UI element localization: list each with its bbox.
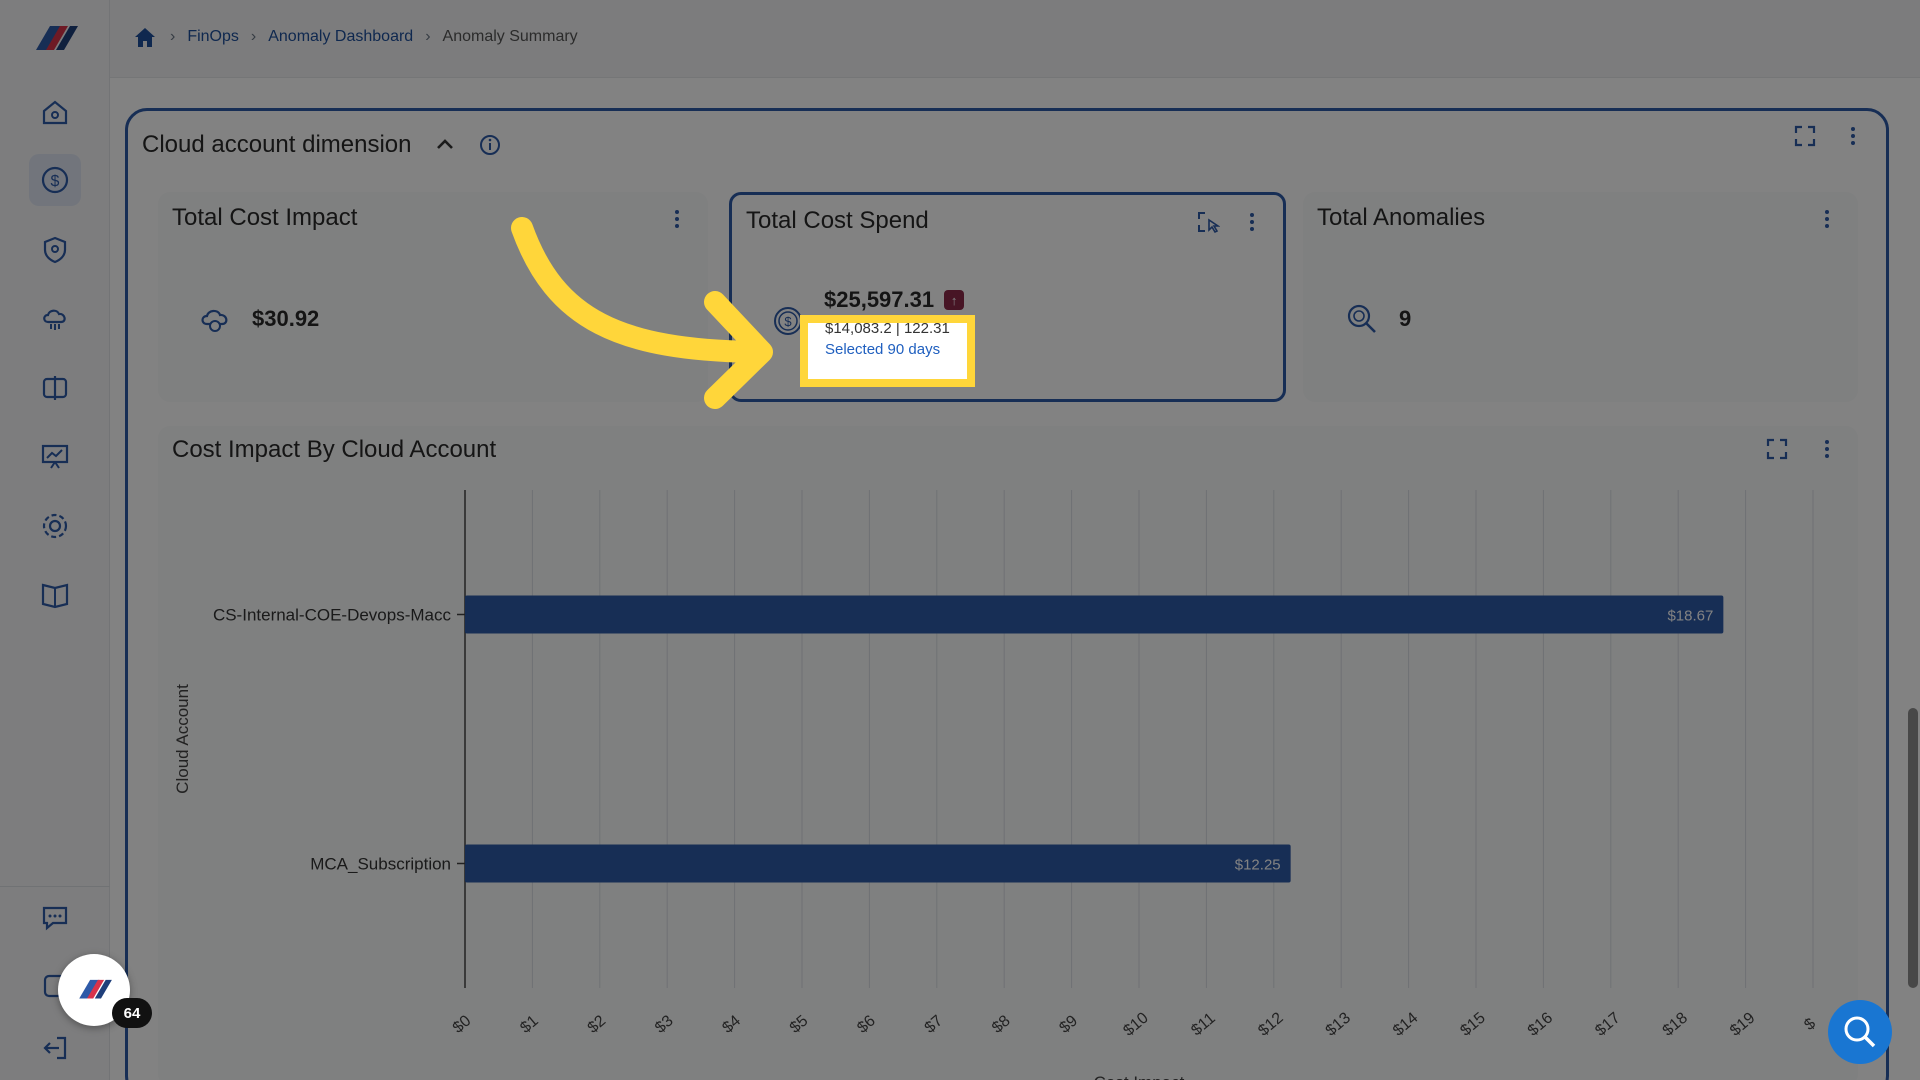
security-shield-icon[interactable] bbox=[29, 224, 81, 276]
panel-header: Cloud account dimension bbox=[142, 123, 502, 167]
kpi-row: $30.92 bbox=[198, 302, 319, 336]
x-tick-label: $3 bbox=[652, 1012, 677, 1037]
breadcrumb-finops[interactable]: FinOps bbox=[187, 28, 239, 46]
highlight-frame bbox=[800, 315, 975, 387]
x-tick-label: $18 bbox=[1660, 1009, 1691, 1039]
info-icon[interactable] bbox=[478, 133, 502, 157]
svg-text:$: $ bbox=[51, 173, 60, 190]
breadcrumb-anomaly-dashboard[interactable]: Anomaly Dashboard bbox=[268, 28, 413, 46]
panel-title: Cloud account dimension bbox=[142, 131, 412, 158]
logout-icon[interactable] bbox=[29, 1022, 81, 1074]
x-tick-label: $6 bbox=[854, 1012, 879, 1037]
kpi-row: 9 bbox=[1345, 302, 1411, 336]
compare-icon[interactable] bbox=[29, 362, 81, 414]
breadcrumb: › FinOps › Anomaly Dashboard › Anomaly S… bbox=[132, 24, 578, 50]
trend-up-icon: ↑ bbox=[944, 290, 965, 310]
total-anomalies-card: Total Anomalies 9 bbox=[1303, 192, 1858, 402]
x-tick-label: $8 bbox=[989, 1012, 1014, 1037]
home-icon[interactable] bbox=[29, 86, 81, 138]
x-tick-label: $10 bbox=[1120, 1009, 1151, 1039]
x-tick-label: $2 bbox=[585, 1012, 610, 1037]
x-tick-label: $1 bbox=[517, 1012, 542, 1037]
more-vertical-icon[interactable] bbox=[1814, 206, 1840, 232]
top-bar: › FinOps › Anomaly Dashboard › Anomaly S… bbox=[110, 0, 1920, 78]
breadcrumb-separator: › bbox=[170, 28, 176, 45]
card-title: Total Cost Impact bbox=[172, 204, 358, 231]
cloud-cost-icon bbox=[201, 309, 228, 332]
search-icon bbox=[1844, 1016, 1876, 1048]
y-tick-label: MCA_Subscription bbox=[310, 855, 451, 874]
assistant-logo-icon bbox=[79, 979, 112, 999]
x-tick-label: $14 bbox=[1390, 1009, 1421, 1039]
x-tick-label: $16 bbox=[1525, 1009, 1556, 1039]
card-title: Total Anomalies bbox=[1317, 204, 1486, 231]
spend-value-row: $25,597.31 ↑ bbox=[824, 287, 965, 313]
x-tick-label: $4 bbox=[719, 1012, 744, 1037]
x-tick-label: $19 bbox=[1727, 1009, 1758, 1039]
docs-book-icon[interactable] bbox=[29, 568, 81, 620]
guide-arrow-icon bbox=[511, 217, 773, 409]
app-logo[interactable] bbox=[28, 20, 82, 58]
x-tick-label: $11 bbox=[1188, 1010, 1219, 1039]
chat-icon[interactable] bbox=[29, 892, 81, 944]
x-tick-label: $13 bbox=[1323, 1009, 1354, 1039]
x-tick-label: $9 bbox=[1056, 1012, 1081, 1037]
bar-data-label: $18.67 bbox=[1667, 608, 1713, 625]
home-breadcrumb-icon[interactable] bbox=[132, 24, 158, 50]
expand-cursor-icon[interactable] bbox=[1195, 209, 1221, 235]
more-vertical-icon[interactable] bbox=[1239, 209, 1265, 235]
settings-gear-icon[interactable] bbox=[29, 500, 81, 552]
total-cost-spend-value: $25,597.31 bbox=[824, 287, 935, 312]
x-tick-label: $0 bbox=[450, 1012, 475, 1037]
y-tick-label: CS-Internal-COE-Devops-Macc bbox=[213, 606, 452, 625]
bar bbox=[465, 844, 1291, 883]
panel-actions bbox=[1792, 123, 1866, 149]
x-tick-label: $5 bbox=[787, 1012, 812, 1037]
finops-dollar-icon[interactable]: $ bbox=[29, 154, 81, 206]
breadcrumb-separator: › bbox=[250, 28, 257, 45]
bar-data-label: $12.25 bbox=[1235, 857, 1281, 874]
y-axis-title: Cloud Account bbox=[173, 684, 192, 794]
notification-count-badge: 64 bbox=[112, 998, 152, 1028]
breadcrumb-separator: › bbox=[425, 28, 431, 45]
x-axis-title: Cost Impact bbox=[1094, 1073, 1185, 1080]
x-tick-label: $15 bbox=[1457, 1009, 1488, 1039]
presentation-icon[interactable] bbox=[29, 430, 81, 482]
search-fab[interactable] bbox=[1828, 1000, 1892, 1064]
bar bbox=[465, 595, 1724, 634]
sidebar-divider bbox=[0, 886, 110, 887]
cost-impact-chart-card: Cost Impact By Cloud Account $0 $1 $2 $3 $4 $… bbox=[158, 426, 1858, 1080]
x-tick-label: $12 bbox=[1255, 1009, 1286, 1039]
x-tick-label: $ bbox=[1801, 1015, 1819, 1034]
collapse-chevron-up-icon[interactable] bbox=[434, 134, 456, 156]
x-tick-label: $17 bbox=[1592, 1009, 1623, 1039]
scrollbar[interactable] bbox=[1908, 708, 1918, 988]
cloud-icon[interactable] bbox=[29, 292, 81, 344]
fullscreen-icon[interactable] bbox=[1792, 123, 1818, 149]
more-vertical-icon[interactable] bbox=[1840, 123, 1866, 149]
total-anomalies-value: 9 bbox=[1399, 306, 1412, 331]
total-cost-impact-value: $30.92 bbox=[252, 306, 320, 331]
breadcrumb-current: Anomaly Summary bbox=[442, 28, 578, 45]
anomaly-search-icon bbox=[1347, 304, 1376, 333]
cost-impact-bar-chart: $0 $1 $2 $3 $4 $5 $6 $7 $8 $9 $10 $11 $12 $13 $14 $15 $1… bbox=[173, 490, 1819, 1080]
sidebar: $ bbox=[0, 0, 110, 1080]
x-tick-label: $7 bbox=[922, 1012, 947, 1037]
